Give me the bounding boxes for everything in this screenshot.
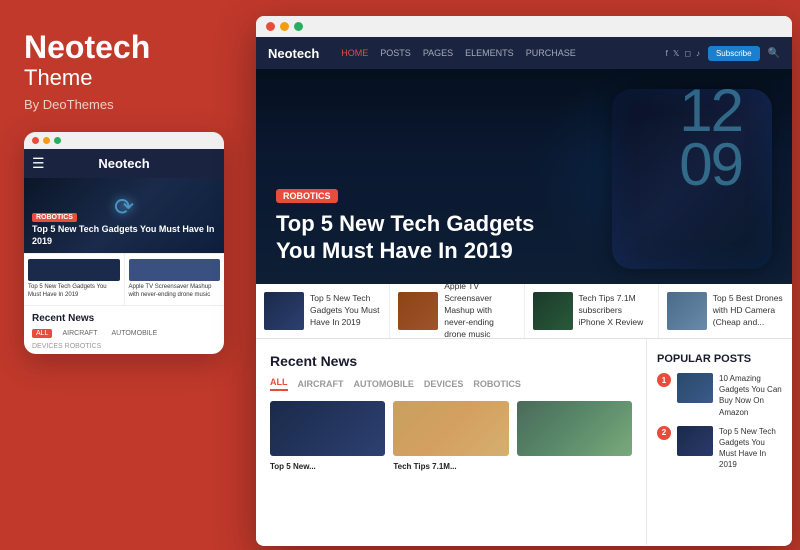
browser-dot-yellow (280, 22, 289, 31)
popular-num-2: 2 (657, 426, 671, 440)
news-card-2[interactable]: Tech Tips 7.1M... (393, 401, 508, 472)
thumb-text-2: Apple TV Screensaver Mashup with never-e… (444, 281, 515, 340)
thumb-item-3[interactable]: Tech Tips 7.1M subscribers iPhone X Revi… (525, 284, 659, 338)
dot-red (32, 137, 39, 144)
mobile-hero-title: Top 5 New Tech Gadgets You Must Have In … (32, 224, 216, 247)
thumb-img-2 (129, 259, 221, 281)
popular-posts-sidebar: POPULAR POSTS 1 10 Amazing Gadgets You C… (647, 339, 792, 545)
mobile-hero-badge: ROBOTICS (32, 213, 77, 222)
thumb-img-3 (533, 292, 573, 330)
news-grid: Top 5 New... Tech Tips 7.1M... (270, 401, 632, 472)
hamburger-icon[interactable]: ☰ (32, 155, 45, 172)
mobile-recent-sub: DEVICES ROBOTICS (32, 343, 216, 350)
mobile-recent-title: Recent News (32, 313, 216, 324)
browser-nav-links: HOME POSTS PAGES ELEMENTS PURCHASE (341, 48, 575, 58)
thumb-text-4: Top 5 Best Drones with HD Camera (Cheap … (713, 293, 784, 329)
browser-logo: Neotech (268, 46, 319, 61)
left-panel: Neotech Theme By DeoThemes ☰ Neotech ⟳ R… (0, 0, 248, 550)
nav-link-purchase[interactable]: PURCHASE (526, 48, 576, 58)
mobile-tab-aircraft[interactable]: AIRCRAFT (58, 329, 101, 338)
mobile-recent: Recent News ALL AIRCRAFT AUTOMOBILE DEVI… (24, 305, 224, 354)
tiktok-icon[interactable]: ♪ (696, 49, 700, 58)
news-card-1[interactable]: Top 5 New... (270, 401, 385, 472)
nav-link-elements[interactable]: ELEMENTS (465, 48, 514, 58)
mobile-thumb-1[interactable]: Top 5 New Tech Gadgets You Must Have In … (24, 254, 125, 305)
news-card-img-2 (393, 401, 508, 456)
facebook-icon[interactable]: f (666, 49, 668, 58)
thumb-row: Top 5 New Tech Gadgets You Must Have In … (256, 284, 792, 339)
mobile-mockup: ☰ Neotech ⟳ ROBOTICS Top 5 New Tech Gadg… (24, 132, 224, 354)
thumb-text-1: Top 5 New Tech Gadgets You Must Have In … (28, 284, 120, 300)
browser-nav-right: f 𝕏 ◻ ♪ Subscribe 🔍 (666, 46, 780, 61)
news-card-img-3 (517, 401, 632, 456)
filter-tabs: ALL AIRCRAFT AUTOMOBILE DEVICES ROBOTICS (270, 377, 632, 391)
news-card-title-1: Top 5 New... (270, 461, 385, 472)
mobile-hero: ⟳ ROBOTICS Top 5 New Tech Gadgets You Mu… (24, 178, 224, 253)
thumb-text-2: Apple TV Screensaver Mashup with never-e… (129, 284, 221, 300)
brand-by: By DeoThemes (24, 97, 224, 112)
browser-content-area: Recent News ALL AIRCRAFT AUTOMOBILE DEVI… (256, 339, 792, 545)
thumb-img-1 (264, 292, 304, 330)
hero-numbers: 1209 (679, 84, 742, 192)
browser-mockup: Neotech HOME POSTS PAGES ELEMENTS PURCHA… (256, 16, 792, 546)
mobile-tab-all[interactable]: ALL (32, 329, 52, 338)
mobile-nav: ☰ Neotech (24, 149, 224, 178)
subscribe-button[interactable]: Subscribe (708, 46, 760, 61)
thumb-item-2[interactable]: Apple TV Screensaver Mashup with never-e… (390, 284, 524, 338)
thumb-text-1: Top 5 New Tech Gadgets You Must Have In … (310, 293, 381, 329)
social-icons: f 𝕏 ◻ ♪ (666, 49, 700, 58)
news-card-3[interactable] (517, 401, 632, 472)
browser-dot-red (266, 22, 275, 31)
mobile-hero-overlay: ROBOTICS Top 5 New Tech Gadgets You Must… (24, 200, 224, 253)
filter-automobile[interactable]: AUTOMOBILE (354, 379, 414, 389)
hero-content: ROBOTICS Top 5 New Tech Gadgets You Must… (276, 186, 772, 264)
browser-dots-bar (256, 16, 792, 37)
search-icon[interactable]: 🔍 (768, 48, 780, 59)
thumb-img-4 (667, 292, 707, 330)
filter-robotics[interactable]: ROBOTICS (473, 379, 521, 389)
popular-num-1: 1 (657, 373, 671, 387)
popular-img-1 (677, 373, 713, 403)
thumb-text-3: Tech Tips 7.1M subscribers iPhone X Revi… (579, 293, 650, 329)
news-card-img-1 (270, 401, 385, 456)
mobile-nav-title: Neotech (98, 156, 149, 171)
mobile-tab-automobile[interactable]: AUTOMOBILE (107, 329, 161, 338)
mobile-tabs: ALL AIRCRAFT AUTOMOBILE (32, 329, 216, 338)
recent-news-title: Recent News (270, 353, 632, 369)
browser-hero: 1209 ROBOTICS Top 5 New Tech Gadgets You… (256, 69, 792, 284)
popular-img-2 (677, 426, 713, 456)
filter-devices[interactable]: DEVICES (424, 379, 464, 389)
hero-badge: ROBOTICS (276, 189, 338, 203)
popular-item-1[interactable]: 1 10 Amazing Gadgets You Can Buy Now On … (657, 373, 782, 418)
mobile-thumb-2[interactable]: Apple TV Screensaver Mashup with never-e… (125, 254, 225, 305)
instagram-icon[interactable]: ◻ (684, 49, 691, 58)
mockup-dots-bar (24, 132, 224, 149)
nav-link-pages[interactable]: PAGES (423, 48, 453, 58)
nav-link-posts[interactable]: POSTS (380, 48, 411, 58)
popular-text-1: 10 Amazing Gadgets You Can Buy Now On Am… (719, 373, 782, 418)
dot-yellow (43, 137, 50, 144)
content-main: Recent News ALL AIRCRAFT AUTOMOBILE DEVI… (256, 339, 647, 545)
popular-posts-title: POPULAR POSTS (657, 353, 782, 365)
brand-subtitle: Theme (24, 65, 224, 91)
brand-title: Neotech (24, 30, 224, 65)
popular-item-2[interactable]: 2 Top 5 New Tech Gadgets You Must Have I… (657, 426, 782, 471)
popular-text-2: Top 5 New Tech Gadgets You Must Have In … (719, 426, 782, 471)
filter-aircraft[interactable]: AIRCRAFT (298, 379, 344, 389)
nav-link-home[interactable]: HOME (341, 48, 368, 58)
hero-title: Top 5 New Tech Gadgets You Must Have In … (276, 211, 536, 264)
thumb-img-1 (28, 259, 120, 281)
mobile-thumb-row: Top 5 New Tech Gadgets You Must Have In … (24, 253, 224, 305)
dot-green (54, 137, 61, 144)
twitter-icon[interactable]: 𝕏 (673, 49, 679, 58)
thumb-img-2 (398, 292, 438, 330)
thumb-item-4[interactable]: Top 5 Best Drones with HD Camera (Cheap … (659, 284, 792, 338)
browser-dot-green (294, 22, 303, 31)
filter-all[interactable]: ALL (270, 377, 288, 391)
thumb-item-1[interactable]: Top 5 New Tech Gadgets You Must Have In … (256, 284, 390, 338)
browser-navbar: Neotech HOME POSTS PAGES ELEMENTS PURCHA… (256, 37, 792, 69)
news-card-title-2: Tech Tips 7.1M... (393, 461, 508, 472)
